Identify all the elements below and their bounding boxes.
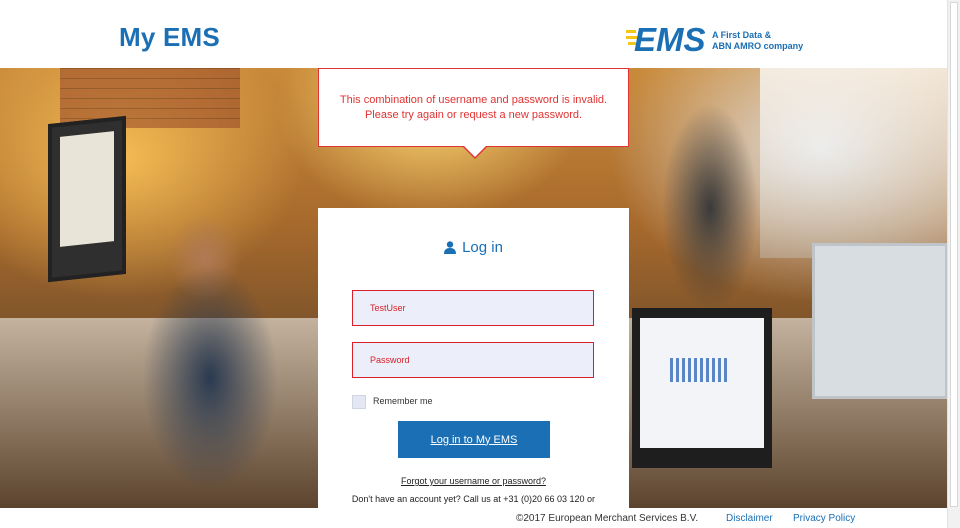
- error-line-2: Please try again or request a new passwo…: [364, 109, 583, 121]
- ems-logo-icon: EMS: [626, 21, 706, 56]
- logo-tagline-line1: A First Data &: [712, 30, 772, 40]
- login-heading-label: Log in: [462, 239, 503, 256]
- user-icon: [444, 241, 457, 254]
- remember-me-label[interactable]: Remember me: [373, 396, 433, 406]
- page-header: My EMS EMS A First Data & ABN AMRO compa…: [0, 0, 947, 68]
- error-callout-arrow-fill: [463, 145, 487, 157]
- error-message: This combination of username and passwor…: [319, 93, 628, 123]
- photo-monitor-far: [812, 243, 947, 399]
- app-title[interactable]: My EMS: [119, 22, 220, 53]
- error-line-1: This combination of username and passwor…: [339, 94, 608, 106]
- photo-window: [760, 68, 947, 258]
- logo-wordmark: EMS: [634, 21, 706, 56]
- page-footer: ©2017 European Merchant Services B.V. Di…: [0, 508, 947, 528]
- error-message-box: This combination of username and passwor…: [318, 68, 629, 147]
- logo-tagline: A First Data & ABN AMRO company: [712, 30, 803, 52]
- username-field[interactable]: [352, 290, 594, 326]
- logo-tagline-line2: ABN AMRO company: [712, 41, 804, 51]
- forgot-credentials-link[interactable]: Forgot your username or password?: [318, 476, 629, 486]
- login-panel: Log in Remember me Log in to My EMS Forg…: [318, 208, 629, 508]
- remember-me-checkbox[interactable]: [352, 395, 366, 409]
- photo-person-left: [110, 198, 310, 508]
- password-field[interactable]: [352, 342, 594, 378]
- ems-logo[interactable]: EMS A First Data & ABN AMRO company: [626, 20, 806, 56]
- page-scrollbar[interactable]: [947, 0, 960, 528]
- scrollbar-thumb[interactable]: [950, 2, 958, 507]
- login-button[interactable]: Log in to My EMS: [398, 421, 550, 458]
- no-account-text: Don't have an account yet? Call us at +3…: [351, 494, 596, 504]
- privacy-policy-link[interactable]: Privacy Policy: [793, 513, 855, 524]
- copyright-text: ©2017 European Merchant Services B.V.: [516, 513, 699, 524]
- disclaimer-link[interactable]: Disclaimer: [726, 513, 773, 524]
- photo-monitor-right: [632, 308, 772, 468]
- login-heading: Log in: [318, 239, 629, 256]
